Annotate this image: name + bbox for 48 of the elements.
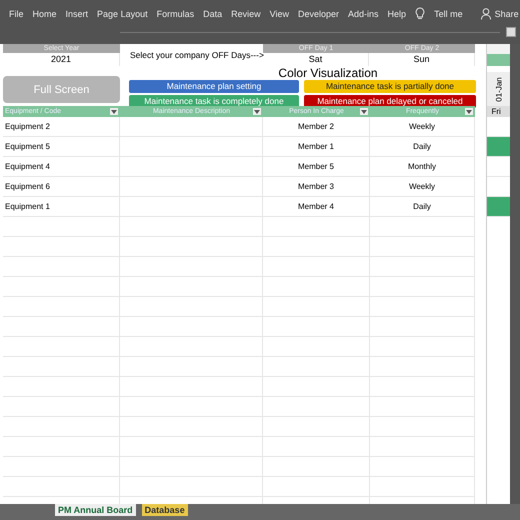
menu-item[interactable]: File	[9, 8, 24, 18]
menu-item[interactable]: Add-ins	[348, 8, 379, 18]
year-value[interactable]: 2021	[3, 53, 120, 66]
menu-item[interactable]: Insert	[66, 8, 88, 18]
legend-item: Maintenance plan setting	[129, 80, 299, 93]
table-cell: Member 2	[298, 122, 334, 131]
table-cell: Member 1	[298, 142, 334, 151]
menu-item[interactable]: Page Layout	[97, 8, 148, 18]
share-button[interactable]: Share	[494, 8, 519, 18]
table-cell: Member 4	[298, 202, 334, 211]
menu-item[interactable]: Help	[388, 8, 406, 18]
table-cell: Weekly	[408, 182, 436, 191]
menu-item[interactable]: View	[270, 8, 289, 18]
table-cell: Equipment 4	[5, 162, 50, 171]
filter-dropdown-icon[interactable]	[465, 108, 473, 115]
menu-item[interactable]: Review	[231, 8, 261, 18]
off-day-value[interactable]: Sat	[263, 53, 369, 66]
table-cell: Daily	[413, 202, 431, 211]
menu-item[interactable]: Developer	[298, 8, 340, 18]
table-cell: Equipment 2	[5, 122, 50, 131]
filter-dropdown-icon[interactable]	[253, 108, 261, 115]
off-day-value[interactable]: Sun	[369, 53, 475, 66]
table-cell: Member 5	[298, 162, 334, 171]
table-cell: Weekly	[408, 122, 436, 131]
table-cell: Monthly	[408, 162, 436, 171]
calendar-band	[487, 54, 510, 66]
sheet-tab[interactable]: Database	[142, 504, 188, 516]
vertical-scrollbar[interactable]	[510, 44, 520, 504]
lightbulb-icon[interactable]	[415, 7, 426, 20]
sheet-tab[interactable]: PM Annual Board	[55, 504, 136, 516]
calendar-header-cell	[487, 44, 510, 54]
filter-dropdown-icon[interactable]	[360, 108, 368, 115]
menu-item[interactable]: Formulas	[156, 8, 194, 18]
table-cell: Equipment 5	[5, 142, 50, 151]
calendar-date: 01-Jan	[494, 76, 504, 102]
table-cell: Equipment 1	[5, 202, 50, 211]
table-cell: Equipment 6	[5, 182, 50, 191]
table-cell: Member 3	[298, 182, 334, 191]
menu-item[interactable]: Data	[203, 8, 222, 18]
table-cell: Daily	[413, 142, 431, 151]
off-days-prompt: Select your company OFF Days--->	[129, 49, 263, 62]
weekday-header: Fri	[487, 106, 510, 117]
legend-item: Maintenance task is partially done	[304, 80, 476, 93]
legend-title: Color Visualization	[278, 66, 378, 80]
filter-dropdown-icon[interactable]	[110, 108, 118, 115]
menu-item[interactable]: Home	[32, 8, 57, 18]
person-icon[interactable]	[480, 8, 492, 20]
tell-me-field[interactable]: Tell me	[434, 8, 463, 18]
